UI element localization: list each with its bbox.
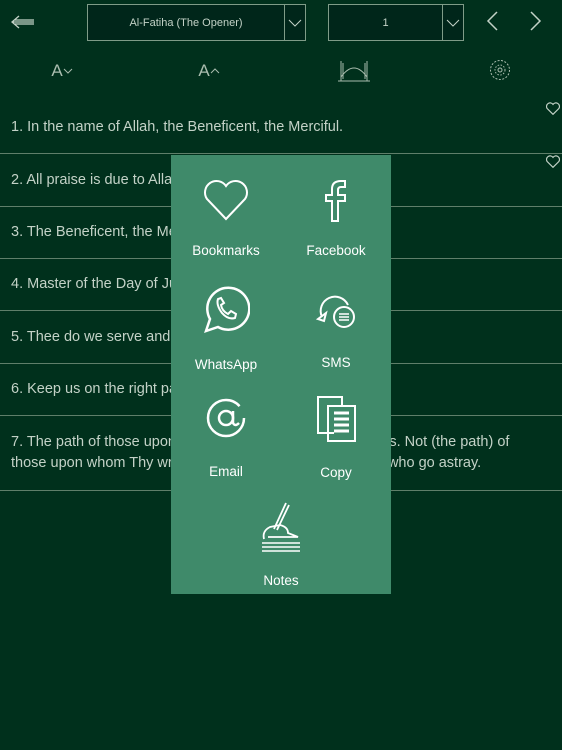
copy-button[interactable]: Copy	[281, 395, 391, 480]
whatsapp-icon	[204, 286, 250, 333]
sms-button[interactable]: SMS	[281, 287, 391, 370]
facebook-label: Facebook	[306, 243, 366, 258]
chevron-down-icon[interactable]	[284, 5, 305, 40]
notes-button[interactable]: Notes	[226, 501, 336, 588]
chevron-down-icon	[63, 68, 73, 74]
sms-chat-icon	[315, 295, 355, 328]
email-button[interactable]: Email	[171, 397, 281, 479]
surah-select[interactable]: Al-Fatiha (The Opener)	[87, 4, 306, 41]
font-increase-label: A	[198, 61, 210, 80]
whatsapp-label: WhatsApp	[194, 357, 258, 372]
verse-row[interactable]: 1. In the name of Allah, the Beneficent,…	[0, 102, 562, 154]
font-increase-button[interactable]: A	[191, 58, 227, 84]
bookmark-heart-icon[interactable]	[545, 100, 561, 116]
chevron-down-icon[interactable]	[442, 5, 463, 40]
email-label: Email	[209, 464, 243, 479]
whatsapp-button[interactable]: WhatsApp	[171, 285, 281, 372]
back-arrow-icon[interactable]	[8, 8, 38, 36]
verse-text: 1. In the name of Allah, the Beneficent,…	[11, 119, 344, 135]
top-bar: Al-Fatiha (The Opener) 1	[0, 0, 562, 44]
facebook-button[interactable]: Facebook	[281, 179, 391, 258]
font-decrease-button[interactable]: A	[44, 58, 80, 84]
previous-chevron-icon[interactable]	[480, 8, 504, 34]
at-sign-icon	[206, 398, 246, 438]
verse-text: 6. Keep us on the right path.	[11, 381, 194, 397]
share-menu-popup: Bookmarks Facebook WhatsApp SMS Email Co…	[171, 155, 391, 594]
mosque-icon[interactable]	[336, 56, 372, 84]
settings-flower-icon[interactable]	[488, 58, 512, 82]
bookmarks-button[interactable]: Bookmarks	[171, 179, 281, 258]
surah-value: Al-Fatiha (The Opener)	[129, 16, 243, 29]
chevron-up-icon	[210, 68, 220, 74]
copy-icon	[317, 396, 356, 442]
bookmarks-label: Bookmarks	[192, 243, 260, 258]
font-decrease-label: A	[51, 61, 63, 80]
heart-icon	[204, 179, 248, 221]
notes-label: Notes	[263, 573, 299, 588]
next-chevron-icon[interactable]	[524, 8, 548, 34]
verse-value: 1	[382, 16, 389, 29]
copy-label: Copy	[320, 465, 352, 480]
facebook-icon	[325, 180, 346, 222]
sms-label: SMS	[321, 355, 351, 370]
verse-select[interactable]: 1	[328, 4, 464, 41]
bookmark-heart-icon[interactable]	[545, 153, 561, 169]
writing-hand-icon	[262, 502, 300, 552]
